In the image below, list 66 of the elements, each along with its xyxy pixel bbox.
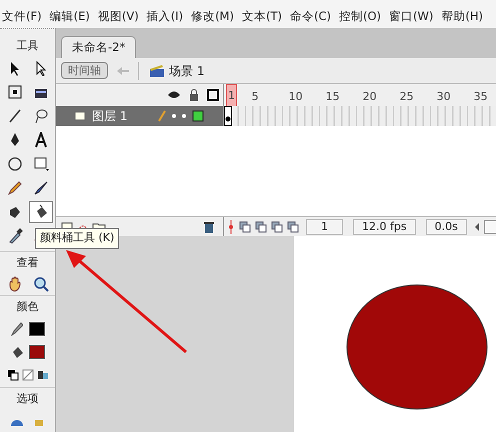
menu-item[interactable]: 文件(F) xyxy=(0,8,48,25)
current-frame: 1 xyxy=(306,218,343,234)
frame-number: 35 xyxy=(474,89,488,105)
panel-title: 查看 xyxy=(0,250,55,273)
dot-icon xyxy=(182,114,186,118)
onion-markers-icon xyxy=(287,220,299,232)
layer-row[interactable]: 图层 1 xyxy=(56,106,224,126)
menu-item[interactable]: 编辑(E) xyxy=(48,8,96,25)
fill-color-swatch[interactable] xyxy=(28,345,44,359)
layer-name: 图层 1 xyxy=(92,108,128,125)
eyedropper-icon xyxy=(6,228,22,244)
menu-item[interactable]: 帮助(H) xyxy=(439,8,489,25)
brush-icon xyxy=(32,180,48,196)
menu-item[interactable]: 插入(I) xyxy=(144,8,190,25)
text-icon xyxy=(32,132,48,148)
frame-number: 10 xyxy=(288,89,303,105)
playhead-icon xyxy=(227,220,235,234)
layer-icon xyxy=(74,111,86,121)
layer-color-icon xyxy=(192,110,204,122)
eye-icon xyxy=(167,90,181,100)
panel-title: 颜色 xyxy=(0,295,55,318)
line-icon xyxy=(6,108,22,124)
menu-item[interactable]: 文本(T) xyxy=(240,8,288,25)
transform-icon xyxy=(6,84,22,100)
outline-square-icon xyxy=(207,89,219,101)
lock-icon xyxy=(189,89,199,101)
hand-icon xyxy=(6,276,22,292)
menu-item[interactable]: 窗口(W) xyxy=(387,8,440,25)
pencil-icon xyxy=(158,110,166,122)
scene-label[interactable]: 场景 1 xyxy=(169,62,204,80)
frame-number: 25 xyxy=(400,89,414,105)
frame-number: 20 xyxy=(362,89,377,105)
frame-rate: 12.0 fps xyxy=(353,218,416,234)
menu-item[interactable]: 控制(O) xyxy=(336,8,388,25)
zoom-icon xyxy=(32,276,48,292)
frame-number: 1 xyxy=(226,84,237,106)
pencil-icon xyxy=(6,180,22,196)
oval-icon xyxy=(6,156,22,172)
paint-bucket-icon xyxy=(10,345,22,359)
panel-title: 选项 xyxy=(0,386,55,409)
dot-icon xyxy=(172,114,176,118)
onion-skin-outline-icon xyxy=(255,220,267,232)
frame-number: 15 xyxy=(326,89,340,105)
edit-frames-icon xyxy=(271,220,283,232)
frame-number: 5 xyxy=(252,89,259,105)
timeline-button[interactable]: 时间轴 xyxy=(61,62,108,80)
frame-number: 30 xyxy=(436,89,451,105)
onion-skin-icon xyxy=(239,220,251,232)
document-tab[interactable]: 未命名-2* xyxy=(61,36,136,58)
scroll-left-icon xyxy=(474,222,480,230)
panel-title: 工具 xyxy=(16,38,40,54)
keyframe-icon xyxy=(224,106,232,126)
lasso-icon xyxy=(32,108,48,124)
tool-button[interactable] xyxy=(28,200,52,222)
menu-item[interactable]: 视图(V) xyxy=(96,8,145,25)
tooltip: 颜料桶工具 (K) xyxy=(35,228,120,248)
no-color-icon xyxy=(22,369,34,381)
menu-item[interactable]: 修改(M) xyxy=(189,8,240,25)
trash-icon xyxy=(203,220,215,232)
rectangle-icon xyxy=(32,156,48,172)
elapsed-time: 0.0s xyxy=(426,218,467,234)
menu-item[interactable]: 命令(C) xyxy=(288,8,337,25)
clapperboard-icon xyxy=(149,64,165,78)
stroke-color-swatch[interactable] xyxy=(28,322,44,336)
pencil-icon xyxy=(10,322,22,336)
back-arrow-icon xyxy=(116,66,130,76)
